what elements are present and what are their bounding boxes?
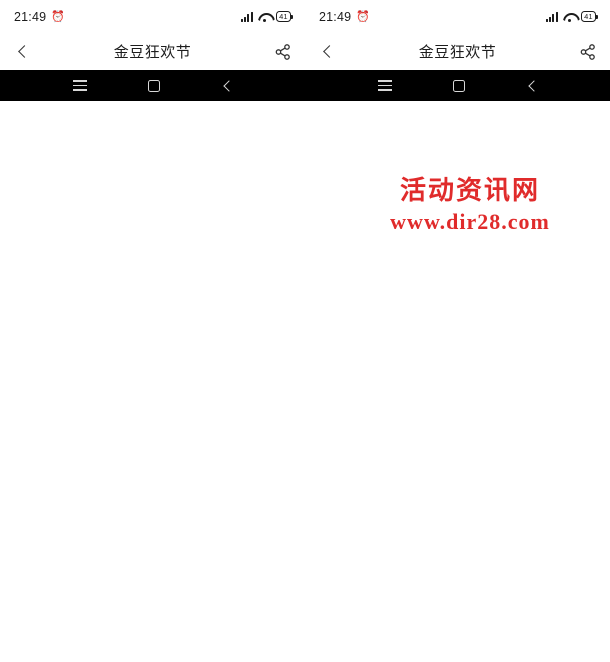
menu-icon[interactable] xyxy=(377,80,392,91)
share-icon[interactable] xyxy=(579,43,597,61)
status-bar-left: 21:49 ⏰ xyxy=(14,10,65,24)
back-icon[interactable] xyxy=(13,42,33,62)
wifi-icon xyxy=(258,12,271,22)
signal-icon xyxy=(241,11,253,22)
signal-icon xyxy=(546,11,558,22)
back-icon[interactable] xyxy=(221,80,233,92)
wifi-icon xyxy=(563,12,576,22)
alarm-icon: ⏰ xyxy=(356,11,371,23)
status-bar-right: 41 xyxy=(546,11,599,22)
battery-icon: 41 xyxy=(275,11,294,22)
left-phone-screen: 21:49 ⏰ 41 金豆狂欢节 xyxy=(0,0,305,662)
title-bar: 金豆狂欢节 xyxy=(305,33,610,70)
dual-screenshot-stage: 21:49 ⏰ 41 金豆狂欢节 21:49 ⏰ 41 金豆狂欢节 活动资讯网 … xyxy=(0,0,610,662)
home-icon[interactable] xyxy=(452,79,465,92)
share-icon[interactable] xyxy=(274,43,292,61)
home-icon[interactable] xyxy=(147,79,160,92)
back-icon[interactable] xyxy=(526,80,538,92)
status-bar-left: 21:49 ⏰ xyxy=(319,10,370,24)
status-bar-right: 41 xyxy=(241,11,294,22)
nav-bar xyxy=(0,70,305,101)
nav-bar xyxy=(305,70,610,101)
battery-level: 41 xyxy=(584,12,593,21)
title-bar: 金豆狂欢节 xyxy=(0,33,305,70)
status-bar: 21:49 ⏰ 41 xyxy=(305,0,610,33)
page-title: 金豆狂欢节 xyxy=(113,44,192,61)
battery-level: 41 xyxy=(279,12,288,21)
back-icon[interactable] xyxy=(318,42,338,62)
alarm-icon: ⏰ xyxy=(51,11,66,23)
battery-icon: 41 xyxy=(580,11,599,22)
status-bar: 21:49 ⏰ 41 xyxy=(0,0,305,33)
menu-icon[interactable] xyxy=(72,80,87,91)
status-time: 21:49 xyxy=(319,9,352,24)
right-phone-screen: 21:49 ⏰ 41 金豆狂欢节 xyxy=(305,0,610,662)
status-time: 21:49 xyxy=(14,9,47,24)
page-title: 金豆狂欢节 xyxy=(418,44,497,61)
